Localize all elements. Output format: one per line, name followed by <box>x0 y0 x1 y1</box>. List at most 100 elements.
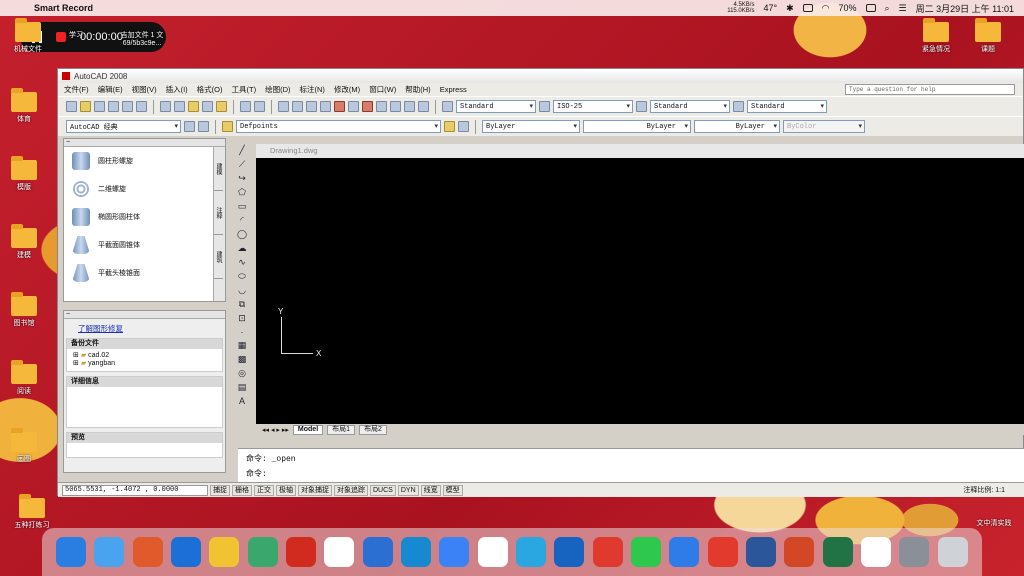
circle-icon[interactable]: ◯ <box>237 229 247 240</box>
desktop-icon[interactable]: 课题 <box>966 18 1010 54</box>
desktop-icon[interactable]: 画图 <box>2 428 46 464</box>
ellipse-arc-icon[interactable]: ◡ <box>238 285 246 296</box>
spline-icon[interactable]: ∿ <box>238 257 246 268</box>
drawing-canvas[interactable]: Y X <box>256 158 1024 424</box>
desktop-icon[interactable]: 五种打练习 <box>2 494 62 530</box>
excel-icon[interactable] <box>822 537 853 567</box>
save-icon[interactable] <box>94 101 105 112</box>
coordinates-readout[interactable]: 5065.5531, -1.4072 , 0.0000 <box>62 484 208 496</box>
copy-icon[interactable] <box>174 101 185 112</box>
table-icon[interactable]: ▤ <box>238 382 247 393</box>
rectangle-icon[interactable]: ▭ <box>238 201 247 212</box>
menu-dimension[interactable]: 标注(N) <box>300 84 325 95</box>
redo-icon[interactable] <box>254 101 265 112</box>
powerpoint-icon[interactable] <box>784 537 815 567</box>
construction-line-icon[interactable]: ⟋ <box>239 159 245 170</box>
insert-block-icon[interactable]: ⧉ <box>239 299 245 310</box>
window-icon[interactable] <box>362 537 393 567</box>
osnap-toggle[interactable]: 对象捕捉 <box>298 484 332 496</box>
palette-item[interactable]: 平截面圆锥体 <box>64 231 225 259</box>
zoom-previous-icon[interactable] <box>320 101 331 112</box>
lineweight-toggle[interactable]: 线宽 <box>420 484 441 496</box>
workspace-select[interactable]: AutoCAD 经典 <box>66 120 181 133</box>
aa-icon[interactable] <box>554 537 585 567</box>
desktop-icon[interactable]: 建模 <box>2 224 46 260</box>
multiline-text-icon[interactable]: A <box>239 396 245 406</box>
text-style-select[interactable]: Standard <box>456 100 536 113</box>
snap-toggle[interactable]: 捕捉 <box>210 484 230 496</box>
palette-titlebar[interactable]: − <box>64 139 225 147</box>
preview-icon[interactable] <box>122 101 133 112</box>
zoom-realtime-icon[interactable] <box>292 101 303 112</box>
color-select[interactable]: ByLayer <box>482 120 580 133</box>
desktop-icon[interactable]: 文中清实践 <box>966 518 1022 528</box>
polyline-icon[interactable]: ↪ <box>238 173 246 184</box>
windows-icon[interactable] <box>861 537 892 567</box>
menu-edit[interactable]: 编辑(E) <box>98 84 123 95</box>
polygon-icon[interactable]: ⬠ <box>238 187 246 198</box>
wps-icon[interactable] <box>707 537 738 567</box>
palette-tab[interactable]: 注释 <box>214 191 223 235</box>
drawing-tab[interactable]: Drawing1.dwg <box>256 144 1024 158</box>
arc-icon[interactable] <box>516 537 547 567</box>
ortho-toggle[interactable]: 正交 <box>254 484 274 496</box>
globe-icon[interactable] <box>439 537 470 567</box>
annotation-scale[interactable]: 注释比例: 1:1 <box>963 485 1005 495</box>
control-center-icon[interactable]: ☰ <box>899 3 907 14</box>
menu-window[interactable]: 窗口(W) <box>369 84 396 95</box>
m-icon[interactable] <box>324 537 355 567</box>
desktop-icon[interactable]: 机械文件 <box>6 18 50 54</box>
properties-icon[interactable] <box>334 101 345 112</box>
workspace-lock-icon[interactable] <box>198 121 209 132</box>
multileader-style-select[interactable]: Standard <box>747 100 827 113</box>
make-current-layer-icon[interactable] <box>444 121 455 132</box>
tool-palettes-icon[interactable] <box>362 101 373 112</box>
layer-manager-icon[interactable] <box>222 121 233 132</box>
backup-file-item[interactable]: ⊞ ▰ cad.02 <box>73 351 216 359</box>
undo-icon[interactable] <box>240 101 251 112</box>
menu-file[interactable]: 文件(F) <box>64 84 89 95</box>
command-line[interactable]: 命令: _open 命令: <box>238 448 1024 482</box>
linetype-select[interactable]: ByLayer <box>583 120 691 133</box>
polar-toggle[interactable]: 极轴 <box>276 484 296 496</box>
wechat-icon[interactable] <box>631 537 662 567</box>
battery-percent[interactable]: 70% <box>838 3 856 13</box>
plotstyle-select[interactable]: ByColor <box>783 120 865 133</box>
search-icon[interactable]: ⌕ <box>885 3 890 14</box>
menu-insert[interactable]: 插入(I) <box>166 84 188 95</box>
design-center-icon[interactable] <box>348 101 359 112</box>
display-icon[interactable] <box>802 4 813 12</box>
active-app-name[interactable]: Smart Record <box>34 3 93 13</box>
dim-style-select[interactable]: ISO-25 <box>553 100 633 113</box>
player-icon[interactable] <box>209 537 240 567</box>
desktop-icon[interactable]: 阅读 <box>2 360 46 396</box>
layer-previous-icon[interactable] <box>458 121 469 132</box>
table-style-icon[interactable] <box>636 101 647 112</box>
edge-icon[interactable] <box>401 537 432 567</box>
otrack-toggle[interactable]: 对象追踪 <box>334 484 368 496</box>
command-prompt[interactable]: 命令: <box>246 467 1017 482</box>
zoom-icon[interactable] <box>899 537 930 567</box>
palette-item[interactable]: 平截头棱锥面 <box>64 259 225 287</box>
star-icon[interactable] <box>669 537 700 567</box>
revision-cloud-icon[interactable]: ☁ <box>238 243 247 254</box>
palette-item[interactable]: 椭圆形圆柱体 <box>64 203 225 231</box>
workspace-settings-icon[interactable] <box>184 121 195 132</box>
lineweight-select[interactable]: ByLayer <box>694 120 780 133</box>
paste-icon[interactable] <box>188 101 199 112</box>
netease-icon[interactable] <box>592 537 623 567</box>
block-editor-icon[interactable] <box>216 101 227 112</box>
menu-draw[interactable]: 绘图(D) <box>265 84 290 95</box>
bluetooth-icon[interactable]: ✱ <box>786 3 794 14</box>
help-search-input[interactable]: Type a question for help <box>845 84 1015 95</box>
ducs-toggle[interactable]: DUCS <box>370 484 396 496</box>
recovery-help-link[interactable]: 了解图形修复 <box>78 323 225 334</box>
markup-icon[interactable] <box>390 101 401 112</box>
text-style-icon[interactable] <box>442 101 453 112</box>
zoom-window-icon[interactable] <box>306 101 317 112</box>
word-icon[interactable] <box>746 537 777 567</box>
layer-select[interactable]: Defpoints <box>236 120 441 133</box>
tab-nav-arrows[interactable]: ◂◂ ◂ ▸ ▸▸ <box>262 426 289 434</box>
help-icon[interactable] <box>418 101 429 112</box>
new-icon[interactable] <box>66 101 77 112</box>
